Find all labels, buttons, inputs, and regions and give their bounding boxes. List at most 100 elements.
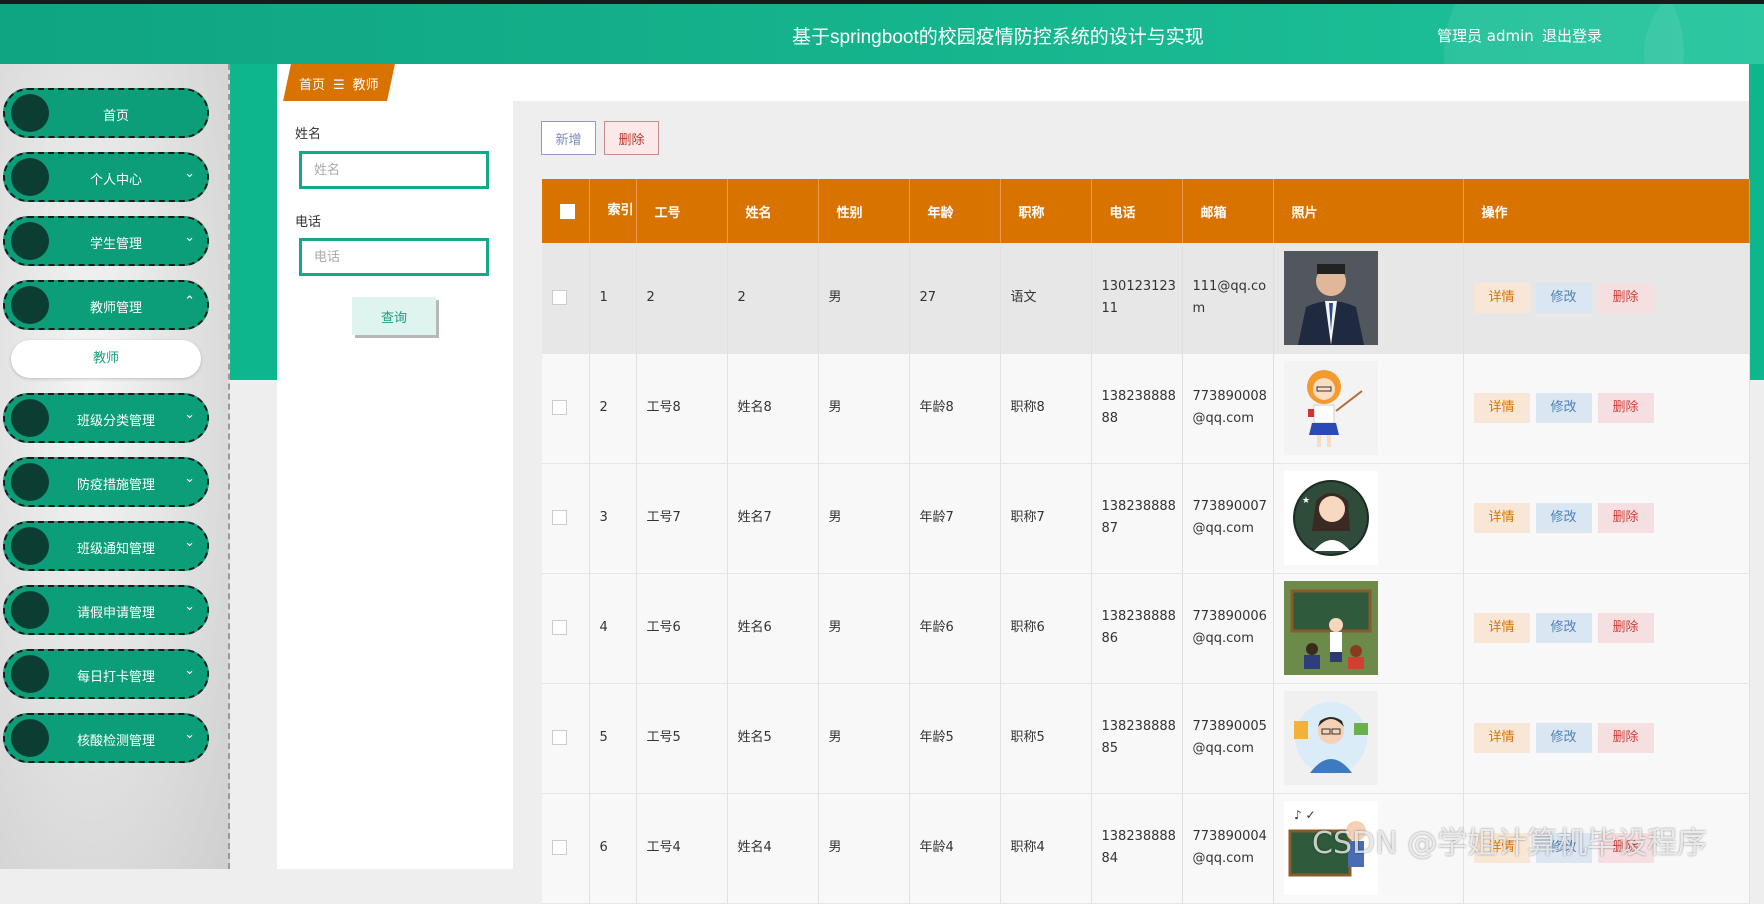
col-header-id: 工号	[636, 179, 728, 243]
table-row[interactable]: 4 工号6 姓名6 男年龄6 职称6 13823888886 773890006@qq.co…	[542, 573, 1750, 684]
row-checkbox[interactable]	[552, 400, 567, 415]
cell-id: 工号8	[636, 353, 728, 464]
teacher-photo: ★	[1283, 471, 1463, 565]
sidebar-item-label: 首页	[102, 109, 129, 124]
col-header-age: 年龄	[909, 179, 1001, 243]
chevron-up-icon: ⌃	[184, 294, 195, 309]
cell-actions: 详情 修改 删除	[1463, 683, 1750, 794]
chevron-down-icon: ⌄	[184, 471, 195, 486]
sidebar-item-class-categories[interactable]: 班级分类管理 ⌄	[3, 393, 209, 443]
cell-index: 4	[589, 573, 637, 684]
current-user: 管理员 admin	[1437, 27, 1534, 45]
row-checkbox[interactable]	[552, 620, 567, 635]
sidebar-item-checkin[interactable]: 每日打卡管理 ⌄	[3, 649, 209, 699]
detail-button[interactable]: 详情	[1473, 282, 1530, 313]
sidebar-item-label: 个人中心	[89, 173, 142, 188]
logout-link[interactable]: 退出登录	[1542, 25, 1602, 46]
cell-email: 773890006@qq.com	[1182, 573, 1274, 684]
sidebar-item-prevention[interactable]: 防疫措施管理 ⌄	[3, 457, 209, 507]
row-select-cell	[542, 793, 590, 904]
breadcrumb: 首页 ☰ 教师	[277, 64, 1749, 101]
cell-photo	[1273, 683, 1464, 794]
teacher-photo	[1283, 250, 1463, 345]
menu-circle-icon	[11, 286, 49, 324]
cell-phone: 13012312311	[1091, 243, 1183, 354]
detail-button[interactable]: 详情	[1473, 723, 1530, 753]
cell-name: 姓名7	[727, 463, 819, 574]
cell-age: 27	[909, 243, 1001, 354]
edit-button[interactable]: 修改	[1535, 723, 1592, 753]
chevron-down-icon: ⌄	[184, 166, 195, 181]
sidebar-item-home[interactable]: 首页	[3, 88, 209, 138]
detail-button[interactable]: 详情	[1473, 503, 1530, 533]
row-checkbox[interactable]	[552, 840, 567, 855]
row-checkbox[interactable]	[552, 730, 567, 745]
cell-actions: 详情 修改 删除	[1463, 463, 1750, 574]
sidebar-item-label: 班级分类管理	[76, 414, 155, 429]
cell-photo	[1273, 243, 1464, 354]
breadcrumb-home[interactable]: 首页	[299, 78, 325, 93]
cell-photo	[1273, 353, 1464, 464]
teacher-photo	[1283, 361, 1463, 455]
sidebar-item-label: 每日打卡管理	[76, 670, 155, 685]
name-search-input[interactable]	[299, 151, 489, 189]
cell-id: 工号7	[636, 463, 728, 574]
batch-delete-button[interactable]: 删除	[604, 121, 659, 155]
delete-button[interactable]: 删除	[1597, 282, 1654, 313]
table-row[interactable]: 1 2 2 男 27 语文 13012312311 111@qq.com 详情 修改 删除	[542, 243, 1750, 354]
cell-name: 姓名4	[727, 793, 819, 904]
sidebar-subitem-teacher[interactable]: 教师	[11, 340, 201, 378]
phone-label: 电话	[295, 215, 322, 230]
sidebar-item-label: 教师管理	[89, 301, 142, 316]
add-button[interactable]: 新增	[541, 121, 596, 155]
menu-circle-icon	[11, 591, 49, 629]
breadcrumb-text: 首页 ☰ 教师	[299, 74, 379, 93]
row-checkbox[interactable]	[552, 289, 567, 305]
sidebar-item-label: 学生管理	[89, 237, 142, 252]
sidebar-item-students[interactable]: 学生管理 ⌄	[3, 216, 209, 266]
edit-button[interactable]: 修改	[1535, 282, 1592, 313]
chevron-down-icon: ⌄	[184, 230, 195, 245]
cell-title: 职称6	[1000, 573, 1092, 684]
detail-button[interactable]: 详情	[1473, 613, 1530, 643]
cell-gender: 男	[818, 683, 910, 794]
menu-icon: ☰	[333, 78, 345, 93]
sidebar-item-leave[interactable]: 请假申请管理 ⌄	[3, 585, 209, 635]
sidebar-item-teachers[interactable]: 教师管理 ⌃	[3, 280, 209, 330]
delete-button[interactable]: 删除	[1597, 723, 1654, 753]
query-button[interactable]: 查询	[352, 297, 436, 335]
watermark: CSDN @学姐计算机毕设程序	[1312, 826, 1708, 861]
select-all-checkbox[interactable]	[560, 203, 575, 219]
sidebar-item-label: 请假申请管理	[76, 606, 155, 621]
edit-button[interactable]: 修改	[1535, 613, 1592, 643]
detail-button[interactable]: 详情	[1473, 393, 1530, 423]
sidebar-item-notices[interactable]: 班级通知管理 ⌄	[3, 521, 209, 571]
svg-text:★: ★	[1302, 496, 1310, 506]
edit-button[interactable]: 修改	[1535, 393, 1592, 423]
phone-search-input[interactable]	[299, 238, 489, 276]
chevron-down-icon: ⌄	[184, 599, 195, 614]
table-row[interactable]: 2 工号8 姓名8 男年龄8 职称8 13823888888 773890008@qq.co…	[542, 353, 1750, 464]
cell-email: 111@qq.com	[1182, 243, 1274, 354]
sidebar-item-nucleic-test[interactable]: 核酸检测管理 ⌄	[3, 713, 209, 763]
breadcrumb-current: 教师	[352, 78, 379, 93]
chevron-down-icon: ⌄	[184, 407, 195, 422]
sidebar-item-personal-center[interactable]: 个人中心 ⌄	[3, 152, 209, 202]
menu-circle-icon	[11, 527, 49, 565]
cell-index: 5	[589, 683, 637, 794]
delete-button[interactable]: 删除	[1597, 613, 1654, 643]
delete-button[interactable]: 删除	[1597, 393, 1654, 423]
row-select-cell	[542, 243, 590, 354]
table-row[interactable]: 3 工号7 姓名7 男年龄7 职称7 13823888887 773890007@qq.co…	[542, 463, 1750, 574]
cell-phone: 13823888888	[1091, 353, 1183, 464]
table-row[interactable]: 5 工号5 姓名5 男年龄5 职称5 13823888885 773890005@qq.co…	[542, 683, 1750, 794]
header-decoration	[1644, 4, 1764, 64]
delete-button[interactable]: 删除	[1597, 503, 1654, 533]
row-checkbox[interactable]	[552, 510, 567, 525]
cell-title: 职称4	[1000, 793, 1092, 904]
teacher-table: 索引 工号 姓名 性别 年龄 职称 电话 邮箱 照片 操作 1 2 2 男 27 语文 13…	[542, 179, 1750, 904]
menu-circle-icon	[11, 94, 49, 132]
edit-button[interactable]: 修改	[1535, 503, 1592, 533]
app-header: 基于springboot的校园疫情防控系统的设计与实现 管理员 admin 退出…	[0, 4, 1764, 64]
col-header-photo: 照片	[1273, 179, 1464, 243]
